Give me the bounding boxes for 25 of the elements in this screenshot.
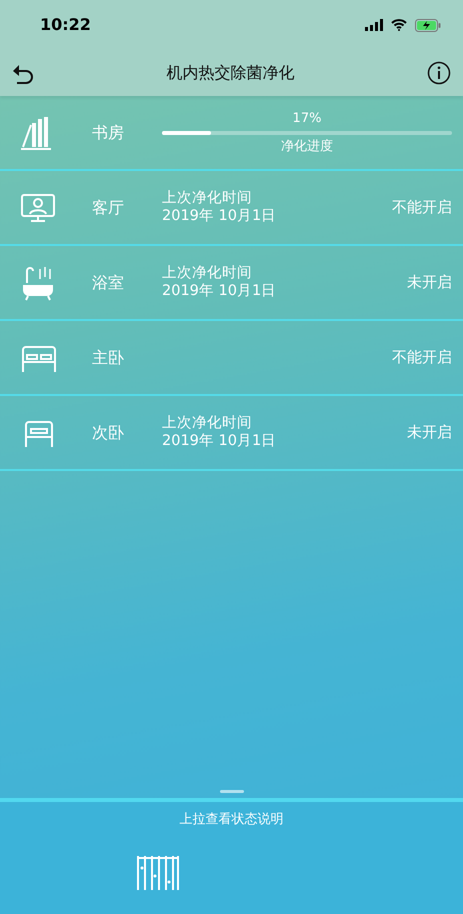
drag-handle <box>220 790 244 793</box>
status-time: 10:22 <box>40 14 91 36</box>
room-name: 客厅 <box>92 196 125 218</box>
progress-caption: 净化进度 <box>281 138 333 154</box>
progress-percent: 17% <box>292 110 322 126</box>
room-status: 未开启 <box>407 422 452 444</box>
last-clean-label: 上次净化时间 <box>162 190 253 208</box>
page-title: 机内热交除菌净化 <box>166 62 294 84</box>
last-clean-date: 2019年 10月1日 <box>162 282 278 300</box>
room-name: 次卧 <box>92 422 125 444</box>
signal-icon <box>365 19 383 31</box>
last-clean-date: 2019年 10月1日 <box>162 432 278 450</box>
info-button[interactable] <box>427 60 451 86</box>
battery-icon <box>415 18 441 32</box>
last-clean-label: 上次净化时间 <box>162 265 253 282</box>
room-status: 不能开启 <box>392 347 452 368</box>
wifi-icon <box>391 19 407 31</box>
room-status: 不能开启 <box>392 197 452 218</box>
room-name: 浴室 <box>92 272 125 294</box>
room-name: 书房 <box>92 122 125 144</box>
last-clean-label: 上次净化时间 <box>162 415 253 432</box>
room-status: 未开启 <box>407 272 452 294</box>
last-clean-date: 2019年 10月1日 <box>162 208 278 225</box>
room-name: 主卧 <box>92 346 125 368</box>
pull-up-hint: 上拉查看状态说明 <box>180 811 284 829</box>
